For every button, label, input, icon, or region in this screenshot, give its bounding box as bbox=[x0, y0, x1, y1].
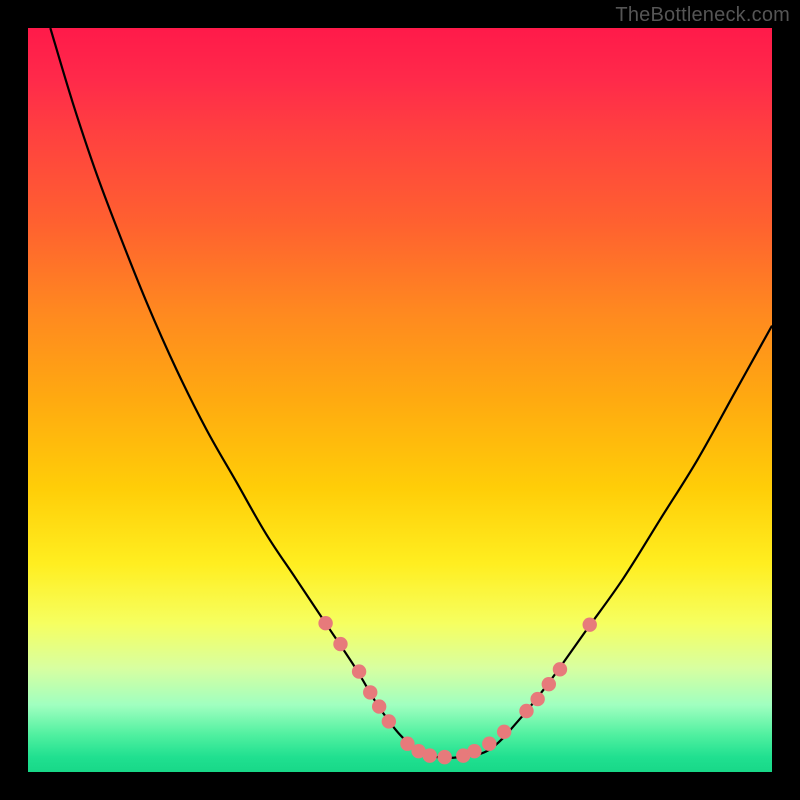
curve-marker bbox=[363, 685, 377, 699]
curve-marker bbox=[530, 692, 544, 706]
curve-marker bbox=[352, 664, 366, 678]
attribution-text: TheBottleneck.com bbox=[615, 4, 790, 27]
curve-markers bbox=[318, 616, 597, 764]
curve-marker bbox=[553, 662, 567, 676]
chart-frame: TheBottleneck.com bbox=[0, 0, 800, 800]
curve-marker bbox=[583, 617, 597, 631]
curve-marker bbox=[372, 699, 386, 713]
curve-marker bbox=[333, 637, 347, 651]
chart-svg bbox=[28, 28, 772, 772]
bottleneck-curve bbox=[50, 28, 772, 758]
curve-marker bbox=[467, 744, 481, 758]
curve-marker bbox=[497, 725, 511, 739]
curve-marker bbox=[318, 616, 332, 630]
curve-marker bbox=[423, 748, 437, 762]
curve-marker bbox=[382, 714, 396, 728]
curve-marker bbox=[437, 750, 451, 764]
curve-marker bbox=[519, 704, 533, 718]
curve-marker bbox=[542, 677, 556, 691]
plot-area bbox=[28, 28, 772, 772]
curve-marker bbox=[482, 737, 496, 751]
